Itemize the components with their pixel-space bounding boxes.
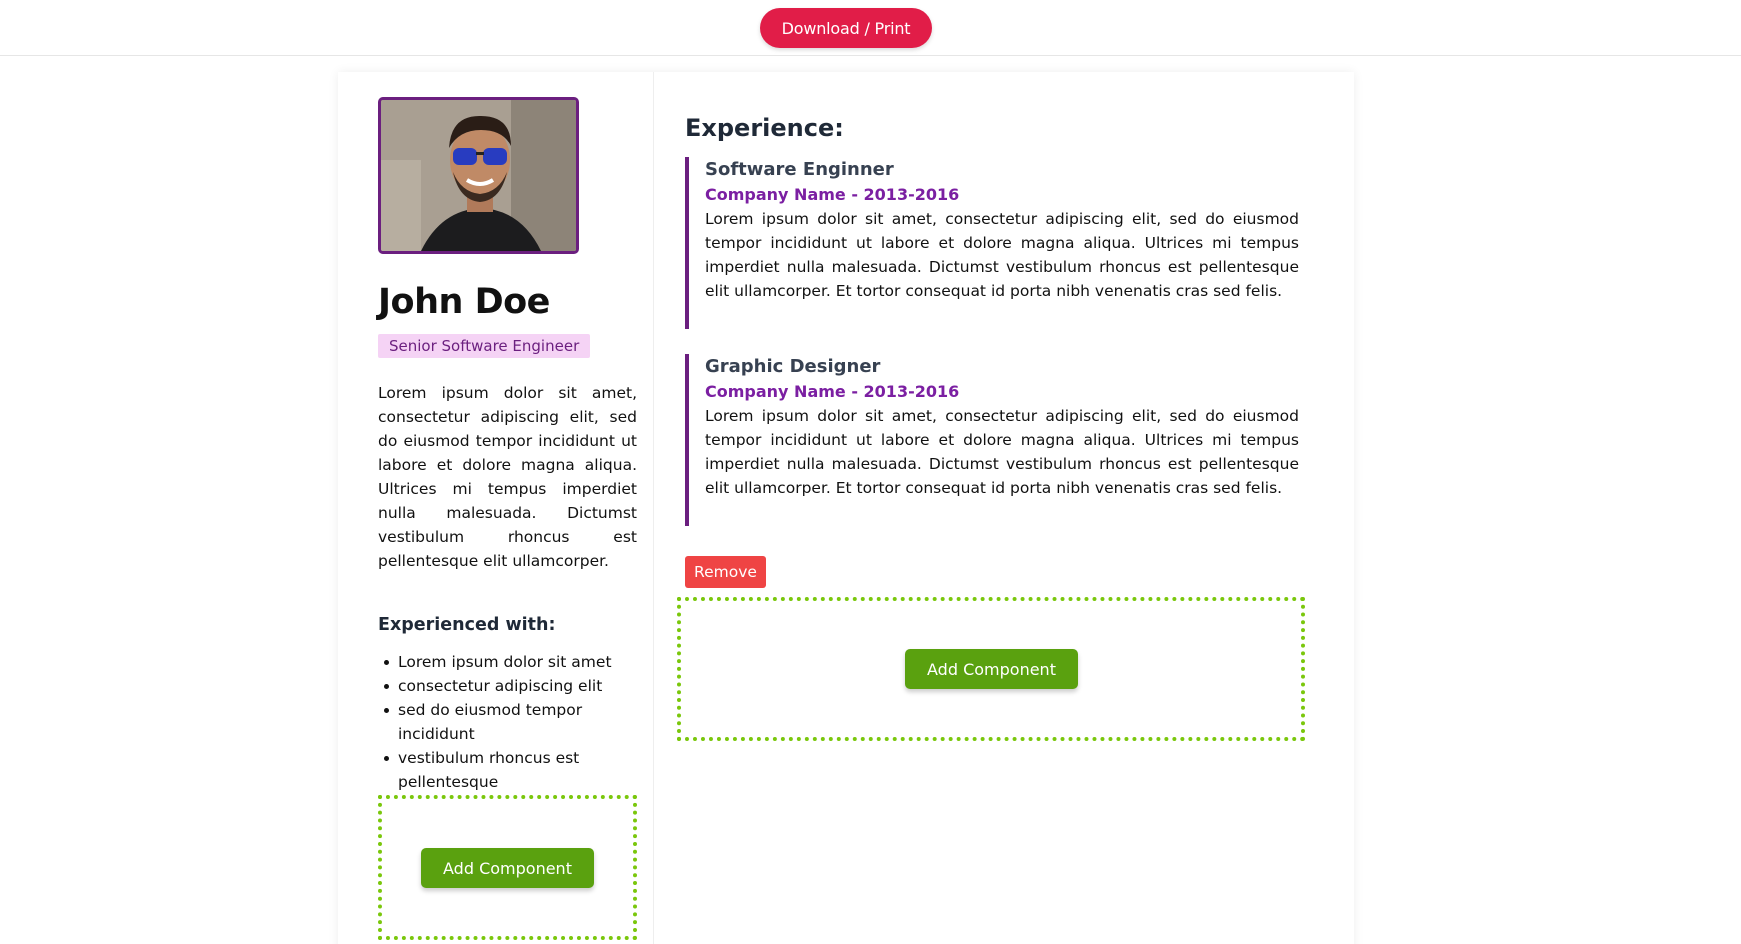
skill-text: consectetur adipiscing elit [398, 677, 603, 695]
remove-button[interactable]: Remove [685, 556, 766, 588]
bullet-icon [384, 756, 389, 761]
skill-text: Lorem ipsum dolor sit amet [398, 653, 612, 671]
list-item: consectetur adipiscing elit [378, 674, 637, 698]
experience-item: Graphic Designer Company Name - 2013-201… [685, 354, 1299, 526]
add-component-button-left[interactable]: Add Component [421, 848, 594, 888]
experience-title: Graphic Designer [705, 356, 881, 377]
list-item: sed do eiusmod tempor incididunt [378, 698, 637, 746]
skills-heading: Experienced with: [378, 615, 556, 635]
skill-text: sed do eiusmod tempor incididunt [398, 701, 583, 743]
list-item: vestibulum rhoncus est pellentesque [378, 746, 637, 794]
list-item: Lorem ipsum dolor sit amet [378, 650, 637, 674]
experience-description: Lorem ipsum dolor sit amet, consectetur … [705, 407, 1299, 497]
experience-title: Software Enginner [705, 159, 894, 180]
experience-item: Software Enginner Company Name - 2013-20… [685, 157, 1299, 329]
skill-text: vestibulum rhoncus est pellentesque [398, 749, 580, 791]
bullet-icon [384, 684, 389, 689]
avatar [378, 97, 579, 254]
role-badge: Senior Software Engineer [378, 334, 591, 358]
download-print-button[interactable]: Download / Print [760, 8, 932, 48]
skills-list: Lorem ipsum dolor sit amet consectetur a… [378, 650, 637, 794]
profile-name: John Doe [378, 282, 550, 322]
experience-heading: Experience: [685, 114, 844, 142]
experience-company: Company Name - 2013-2016 [705, 382, 960, 401]
top-toolbar: Download / Print [0, 0, 1741, 56]
avatar-photo-icon [381, 100, 576, 251]
profile-bio: Lorem ipsum dolor sit amet, consectetur … [378, 384, 637, 570]
add-component-button-right[interactable]: Add Component [905, 649, 1078, 689]
bullet-icon [384, 708, 389, 713]
bullet-icon [384, 660, 389, 665]
experience-company: Company Name - 2013-2016 [705, 185, 960, 204]
experience-description: Lorem ipsum dolor sit amet, consectetur … [705, 210, 1299, 300]
